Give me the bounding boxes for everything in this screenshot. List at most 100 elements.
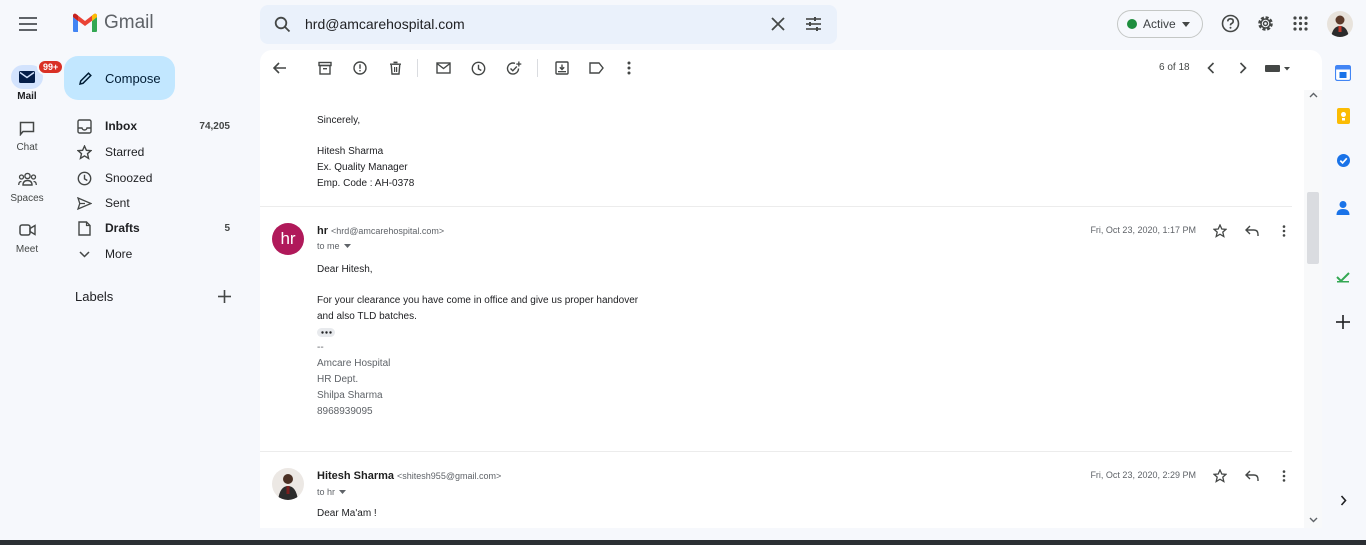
mail-icon (19, 71, 35, 83)
video-camera-icon (18, 224, 36, 236)
tasks-app-button[interactable] (1332, 149, 1354, 171)
nav-item-drafts[interactable]: Drafts 5 (64, 215, 250, 241)
inbox-icon (76, 118, 92, 134)
star-icon (76, 144, 92, 160)
star-button[interactable] (1212, 223, 1228, 239)
compose-label: Compose (105, 70, 161, 86)
more-actions-button[interactable] (621, 60, 637, 76)
snooze-button[interactable] (470, 60, 486, 76)
gmail-m-icon (72, 13, 98, 33)
rail-spaces[interactable]: Spaces (0, 167, 54, 204)
support-button[interactable] (1221, 14, 1240, 33)
scrollbar-track[interactable] (1304, 90, 1322, 528)
message-sender[interactable]: Hitesh Sharma <shitesh955@gmail.com> (317, 470, 501, 482)
nav-item-more[interactable]: More (64, 241, 250, 267)
add-label-button[interactable] (218, 290, 231, 303)
rail-meet-label: Meet (15, 244, 39, 255)
task-add-icon (506, 61, 522, 76)
mail-unread-badge: 99+ (37, 59, 65, 75)
addon-icon (1336, 271, 1350, 283)
star-button[interactable] (1212, 468, 1228, 484)
mark-unread-button[interactable] (435, 60, 451, 76)
newer-button[interactable] (1203, 60, 1219, 76)
apps-button[interactable] (1293, 16, 1308, 31)
sender-name: hr (317, 225, 328, 237)
account-avatar[interactable] (1327, 11, 1353, 37)
search-options-icon[interactable] (805, 16, 822, 32)
help-icon (1221, 14, 1240, 33)
search-bar[interactable]: hrd@amcarehospital.com (260, 5, 837, 44)
main-menu-button[interactable] (16, 13, 40, 35)
rail-spaces-label: Spaces (10, 193, 44, 204)
nav-item-label: More (105, 247, 133, 261)
rail-mail[interactable]: 99+ Mail (0, 59, 65, 102)
scroll-up-icon[interactable] (1309, 92, 1318, 98)
recipient-dropdown[interactable]: to hr (317, 487, 347, 497)
status-dropdown[interactable]: Active (1117, 10, 1203, 38)
recipient-dropdown[interactable]: to me (317, 241, 351, 251)
delete-button[interactable] (387, 60, 403, 76)
add-to-tasks-button[interactable] (506, 60, 522, 76)
star-icon (1213, 224, 1227, 238)
nav-item-label: Inbox (105, 119, 137, 133)
reply-icon (1245, 470, 1259, 482)
signature-line: Shilpa Sharma (317, 390, 383, 401)
clear-search-icon[interactable] (771, 17, 785, 31)
scrollbar-thumb[interactable] (1307, 192, 1319, 264)
more-vertical-icon (627, 61, 631, 75)
message-sender[interactable]: hr <hrd@amcarehospital.com> (317, 225, 444, 237)
signature-dash: -- (317, 342, 324, 353)
scroll-down-icon[interactable] (1309, 517, 1318, 523)
plus-icon (1336, 315, 1350, 329)
message-more-button[interactable] (1276, 223, 1292, 239)
nav-item-inbox[interactable]: Inbox 74,205 (64, 113, 250, 139)
nav-item-sent[interactable]: Sent (64, 190, 250, 216)
sender-avatar[interactable]: hr (272, 223, 304, 255)
search-input[interactable]: hrd@amcarehospital.com (305, 16, 465, 32)
clock-icon (76, 170, 92, 186)
chevron-down-icon (76, 246, 92, 262)
addon-app-button[interactable] (1332, 266, 1354, 288)
archive-button[interactable] (317, 60, 333, 76)
prev-signature-closing: Sincerely, (317, 115, 361, 126)
reply-button[interactable] (1244, 223, 1260, 239)
keyboard-icon (1265, 63, 1291, 73)
compose-button[interactable]: Compose (64, 56, 175, 100)
hide-side-panel-button[interactable] (1332, 489, 1354, 511)
report-spam-button[interactable] (352, 60, 368, 76)
nav-item-starred[interactable]: Starred (64, 139, 250, 165)
input-tools-button[interactable] (1265, 60, 1291, 76)
nav-item-label: Snoozed (105, 171, 153, 185)
get-addons-button[interactable] (1332, 311, 1354, 333)
rail-meet[interactable]: Meet (0, 218, 54, 255)
labels-heading: Labels (75, 289, 114, 304)
keep-app-button[interactable] (1332, 105, 1354, 127)
caret-down-icon (1181, 21, 1190, 27)
contacts-icon (1336, 200, 1350, 215)
clock-icon (471, 61, 486, 76)
reply-button[interactable] (1244, 468, 1260, 484)
rail-chat-label: Chat (16, 142, 38, 153)
gmail-logo[interactable]: Gmail (72, 12, 154, 34)
chevron-right-icon (1340, 494, 1347, 506)
plus-icon (218, 290, 231, 303)
show-trimmed-content-button[interactable] (317, 328, 335, 337)
calendar-icon (1335, 65, 1351, 81)
move-to-button[interactable] (554, 60, 570, 76)
labels-button[interactable] (588, 60, 604, 76)
keep-icon (1336, 108, 1350, 124)
settings-button[interactable] (1256, 14, 1275, 33)
contacts-app-button[interactable] (1332, 196, 1354, 218)
back-button[interactable] (272, 60, 288, 76)
app-title: Gmail (104, 12, 154, 33)
search-icon[interactable] (274, 16, 291, 33)
status-dot (1127, 19, 1137, 29)
reply-icon (1245, 225, 1259, 237)
sender-avatar[interactable] (272, 468, 304, 500)
message-more-button[interactable] (1276, 468, 1292, 484)
nav-item-label: Sent (105, 196, 130, 210)
nav-item-snoozed[interactable]: Snoozed (64, 165, 250, 191)
older-button[interactable] (1235, 60, 1251, 76)
rail-chat[interactable]: Chat (0, 116, 54, 153)
calendar-app-button[interactable] (1332, 62, 1354, 84)
